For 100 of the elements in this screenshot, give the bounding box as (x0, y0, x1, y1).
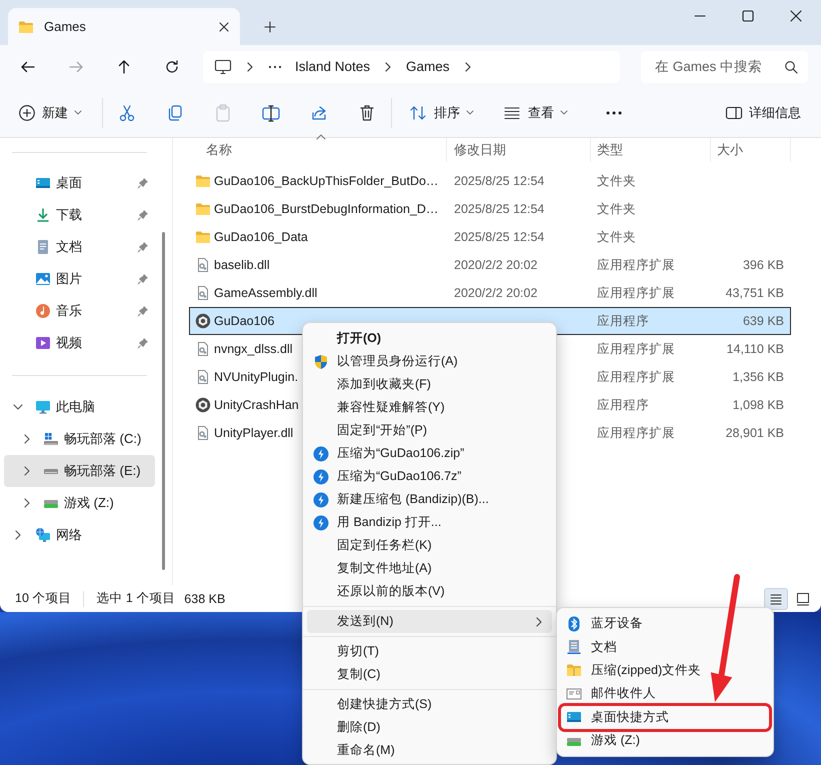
new-tab-icon[interactable] (264, 20, 276, 32)
address-bar[interactable]: Island Notes Games (203, 50, 620, 82)
file-size: 639 KB (742, 314, 784, 328)
file-type: 应用程序扩展 (597, 258, 675, 272)
search-field[interactable]: 在 Games 中搜索 (641, 50, 808, 82)
close-icon[interactable] (789, 9, 803, 23)
file-type: 应用程序扩展 (597, 342, 675, 356)
drive-icon (43, 431, 59, 447)
chevron-right-icon[interactable] (245, 60, 255, 72)
modified-date: 2020/2/2 20:02 (454, 258, 538, 272)
list-view-button[interactable] (764, 588, 788, 610)
sidebar-item[interactable]: 文档 (4, 231, 155, 263)
file-type: 应用程序扩展 (597, 286, 675, 300)
pin-icon[interactable] (137, 209, 149, 221)
menu-item[interactable]: 删除(D) (307, 716, 552, 739)
sidebar-item[interactable]: 视频 (4, 327, 155, 359)
file-name: NVUnityPlugin. (214, 370, 298, 384)
menu-item[interactable]: 桌面快捷方式 (561, 706, 769, 729)
menu-item[interactable]: 创建快捷方式(S) (307, 693, 552, 716)
pin-icon[interactable] (137, 273, 149, 285)
breadcrumb[interactable]: Games (406, 59, 450, 74)
computer-icon[interactable] (214, 58, 232, 74)
menu-item[interactable]: 压缩为“GuDao106.7z” (307, 465, 552, 488)
file-type: 应用程序扩展 (597, 370, 675, 384)
menu-item[interactable]: 兼容性疑难解答(Y) (307, 396, 552, 419)
pin-icon[interactable] (137, 177, 149, 189)
view-button[interactable]: 查看 (496, 96, 574, 130)
caret-icon (466, 110, 474, 116)
pin-icon[interactable] (137, 337, 149, 349)
menu-item[interactable]: 压缩(zipped)文件夹 (561, 658, 769, 682)
menu-item[interactable]: 添加到收藏夹(F) (307, 373, 552, 396)
menu-item[interactable]: 邮件收件人 (561, 682, 769, 706)
refresh-icon[interactable] (164, 58, 180, 74)
computer-icon (35, 399, 51, 415)
modified-date: 2025/8/25 12:54 (454, 202, 544, 216)
search-icon (784, 60, 798, 74)
file-size: 1,098 KB (732, 398, 784, 412)
column-header[interactable]: 名称 (189, 138, 447, 162)
chevron-right-icon[interactable] (383, 60, 394, 72)
rename-icon[interactable] (261, 102, 281, 122)
app-icon (195, 397, 211, 413)
menu-item[interactable]: 蓝牙设备 (561, 612, 769, 636)
cut-icon[interactable] (117, 102, 137, 122)
file-size: 14,110 KB (726, 342, 784, 356)
sidebar-item[interactable]: 网络 (4, 519, 155, 551)
sidebar-item[interactable]: 畅玩部落 (C:) (4, 423, 155, 455)
lightning-icon (313, 514, 329, 530)
menu-item[interactable]: 用 Bandizip 打开... (307, 511, 552, 534)
menu-item[interactable]: 以管理员身份运行(A) (307, 350, 552, 373)
menu-item[interactable]: 重命名(M) (307, 739, 552, 762)
file-name: nvngx_dlss.dll (214, 342, 293, 356)
modified-date: 2025/8/25 12:54 (454, 174, 544, 188)
settings-file-icon (195, 257, 211, 273)
file-name: GuDao106_BurstDebugInformation_D… (214, 202, 438, 216)
sidebar-item[interactable]: 下载 (4, 199, 155, 231)
modified-date: 2020/2/2 20:02 (454, 286, 538, 300)
menu-item[interactable]: 新建压缩包 (Bandizip)(B)... (307, 488, 552, 511)
network-icon (35, 527, 51, 543)
new-button[interactable]: 新建 (12, 96, 88, 130)
sidebar-item[interactable]: 图片 (4, 263, 155, 295)
menu-item[interactable]: 游戏 (Z:) (561, 728, 769, 752)
close-tab-icon[interactable] (218, 20, 230, 32)
tile-view-icon (795, 590, 811, 606)
file-name: UnityPlayer.dll (214, 426, 294, 440)
maximize-icon[interactable] (741, 9, 755, 23)
chevron-right-icon[interactable] (462, 60, 473, 72)
column-header[interactable]: 类型 (591, 138, 711, 162)
caret-icon (560, 110, 568, 116)
sidebar-item[interactable]: 游戏 (Z:) (4, 487, 155, 519)
menu-item[interactable]: 剪切(T) (307, 640, 552, 663)
video-icon (35, 335, 51, 351)
sidebar-item[interactable]: 此电脑 (4, 391, 155, 423)
plus-circle-icon (18, 104, 36, 122)
menu-item[interactable]: 复制文件地址(A) (307, 557, 552, 580)
sidebar-item[interactable]: 畅玩部落 (E:) (4, 455, 155, 487)
menu-item[interactable]: 压缩为“GuDao106.zip” (307, 442, 552, 465)
breadcrumb[interactable]: Island Notes (295, 59, 370, 74)
sort-caret-icon[interactable] (316, 134, 326, 140)
file-name: GameAssembly.dll (214, 286, 318, 300)
pin-icon[interactable] (137, 241, 149, 253)
up-arrow-icon[interactable] (116, 58, 132, 74)
sort-button[interactable]: 排序 (402, 96, 480, 130)
folder-icon (195, 229, 211, 245)
sidebar-item[interactable]: 桌面 (4, 167, 155, 199)
menu-item[interactable]: 固定到任务栏(K) (307, 534, 552, 557)
scrollbar-thumb[interactable] (162, 232, 165, 570)
music-icon (35, 303, 51, 319)
pin-icon[interactable] (137, 305, 149, 317)
menu-item[interactable]: 文档 (561, 635, 769, 659)
menu-item[interactable]: 发送到(N) (307, 610, 552, 633)
menu-item[interactable]: 还原以前的版本(V) (307, 580, 552, 603)
details-button[interactable]: 详细信息 (719, 96, 807, 130)
caret-icon (74, 110, 82, 116)
sidebar-item[interactable]: 音乐 (4, 295, 155, 327)
column-header[interactable]: 大小 (711, 138, 791, 162)
menu-item[interactable]: 固定到“开始”(P) (307, 419, 552, 442)
file-name: GuDao106_BackUpThisFolder_ButDo… (214, 174, 438, 188)
column-header[interactable]: 修改日期 (447, 138, 591, 162)
tab[interactable]: Games (8, 8, 240, 45)
menu-item[interactable]: 复制(C) (307, 663, 552, 686)
